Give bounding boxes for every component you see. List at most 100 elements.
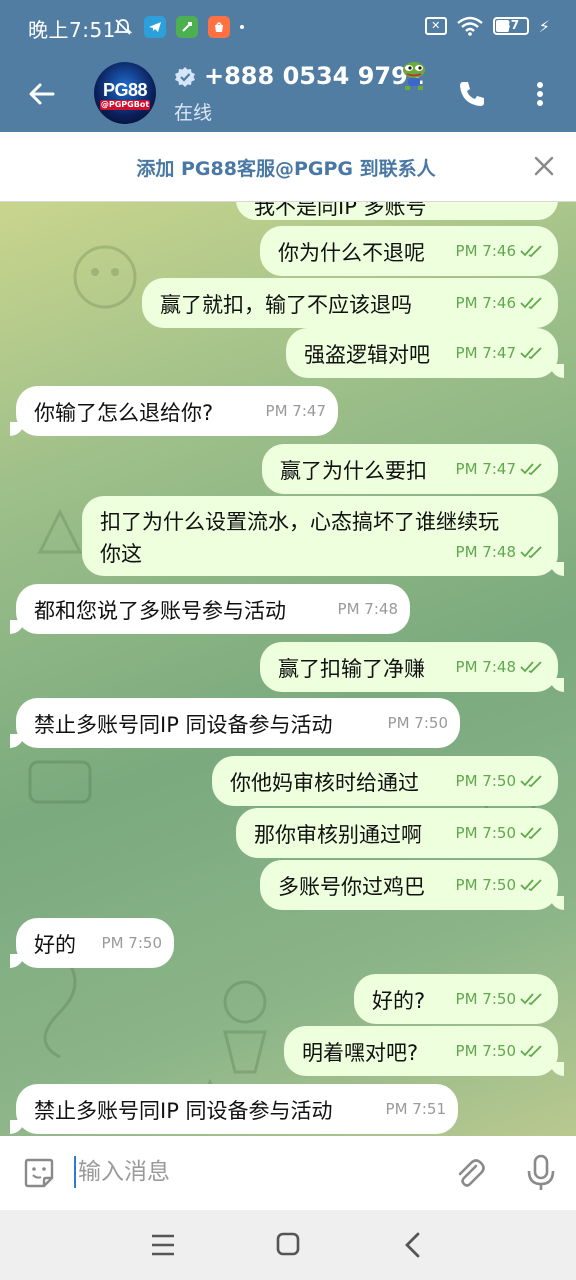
call-button[interactable] [452, 74, 492, 114]
message-outgoing[interactable]: 赢了就扣，输了不应该退吗 PM 7:46 [142, 278, 558, 328]
avatar-logo-subtext: @PGPGBot [100, 100, 150, 110]
status-time: 晚上7:51 [28, 18, 116, 42]
message-time: PM 7:50 [455, 990, 516, 1008]
message-text: 禁止多账号同IP 同设备参与活动 [34, 1099, 333, 1123]
message-outgoing[interactable]: 你他妈审核时给通过 PM 7:50 [212, 756, 558, 806]
message-text: 强盗逻辑对吧 [304, 343, 430, 367]
message-outgoing[interactable]: 强盗逻辑对吧 PM 7:47 [286, 328, 564, 378]
message-text-line: 扣了为什么设置流水，心态搞坏了谁继续玩 [100, 510, 499, 534]
message-time: PM 7:50 [455, 1042, 516, 1060]
message-time: PM 7:50 [387, 714, 448, 732]
message-meta: PM 7:48 [338, 592, 398, 626]
back-nav-icon[interactable] [402, 1231, 424, 1259]
add-contact-link[interactable]: 添加 PG88客服@PGPG 到联系人 [0, 154, 516, 181]
paperclip-icon[interactable] [452, 1156, 488, 1192]
message-text: 明着嘿对吧? [302, 1041, 419, 1065]
message-outgoing[interactable]: 多账号你过鸡巴 PM 7:50 [260, 860, 564, 910]
more-vertical-icon [537, 82, 543, 106]
message-text: 禁止多账号同IP 同设备参与活动 [34, 713, 333, 737]
background-doodle-icon [73, 245, 137, 309]
system-navigation-bar [0, 1210, 576, 1280]
phone-icon [460, 82, 484, 106]
message-meta: PM 7:50 [456, 868, 546, 902]
telegram-icon [144, 16, 166, 38]
double-check-icon [520, 1045, 542, 1058]
message-text: 我不是同IP 多账号 [254, 202, 427, 219]
battery-level: 37 [502, 18, 520, 32]
notification-icons [112, 16, 244, 38]
message-incoming[interactable]: 都和您说了多账号参与活动 PM 7:48 [10, 584, 410, 634]
wifi-icon [456, 16, 483, 36]
no-sim-icon: ✕ [424, 17, 447, 35]
double-check-icon [520, 463, 542, 476]
message-time: PM 7:51 [385, 1100, 446, 1118]
message-text: 赢了为什么要扣 [280, 459, 427, 483]
message-outgoing[interactable]: 明着嘿对吧? PM 7:50 [284, 1026, 564, 1076]
message-meta: PM 7:50 [456, 1034, 546, 1068]
message-outgoing[interactable]: 那你审核别通过啊 PM 7:50 [236, 808, 558, 858]
message-text: 那你审核别通过啊 [254, 823, 422, 847]
message-incoming[interactable]: 禁止多账号同IP 同设备参与活动 PM 7:50 [10, 698, 460, 748]
verified-badge-icon [175, 67, 195, 87]
message-time: PM 7:48 [455, 658, 516, 676]
microphone-icon[interactable] [524, 1154, 558, 1192]
double-check-icon [520, 245, 542, 258]
background-doodle-icon [28, 760, 92, 804]
double-check-icon [520, 879, 542, 892]
double-check-icon [520, 827, 542, 840]
battery-icon: 37 [492, 17, 529, 35]
message-outgoing[interactable]: 赢了扣输了净赚 PM 7:48 [260, 642, 564, 692]
add-contact-banner: 添加 PG88客服@PGPG 到联系人 [0, 132, 576, 202]
online-status: 在线 [174, 102, 213, 124]
message-text: 赢了就扣，输了不应该退吗 [160, 293, 412, 317]
more-menu-button[interactable] [522, 74, 558, 114]
message-incoming[interactable]: 好的 PM 7:50 [10, 918, 174, 968]
message-incoming[interactable]: 你输了怎么退给你? PM 7:47 [10, 386, 338, 436]
message-time: PM 7:46 [456, 202, 516, 212]
recent-apps-icon[interactable] [150, 1232, 176, 1258]
shopping-icon [208, 16, 230, 38]
message-meta: PM 7:46 [456, 202, 546, 212]
message-outgoing[interactable]: 你为什么不退呢 PM 7:46 [260, 226, 558, 276]
message-time: PM 7:46 [455, 294, 516, 312]
message-meta: PM 7:50 [102, 926, 162, 960]
background-doodle-icon [223, 980, 267, 1074]
message-meta: PM 7:46 [456, 234, 546, 268]
message-meta: PM 7:47 [456, 452, 546, 486]
message-list[interactable]: 我不是同IP 多账号 PM 7:46 你为什么不退呢 PM 7:46 赢了就扣，… [0, 202, 576, 1136]
message-time: PM 7:46 [455, 242, 516, 260]
message-text: 赢了扣输了净赚 [278, 657, 425, 681]
emoji-sticker-icon[interactable] [22, 1156, 56, 1190]
message-time: PM 7:47 [455, 460, 516, 478]
message-time: PM 7:50 [455, 876, 516, 894]
message-time: PM 7:50 [455, 772, 516, 790]
message-outgoing[interactable]: 扣了为什么设置流水，心态搞坏了谁继续玩 你这 PM 7:48 [82, 496, 564, 576]
message-meta: PM 7:48 [456, 536, 546, 568]
double-check-icon [520, 993, 542, 1006]
message-incoming[interactable]: 禁止多账号同IP 同设备参与活动 PM 7:51 [10, 1084, 458, 1134]
message-time: PM 7:47 [265, 402, 326, 420]
message-outgoing[interactable]: 赢了为什么要扣 PM 7:47 [262, 444, 558, 494]
message-input[interactable] [78, 1152, 438, 1192]
close-icon[interactable] [532, 154, 556, 178]
app-notification-icon [176, 16, 198, 38]
message-time: PM 7:50 [455, 824, 516, 842]
chat-title[interactable]: +888 0534 9792 [204, 62, 425, 90]
background-doodle-icon [37, 508, 83, 554]
double-check-icon [520, 546, 542, 559]
message-meta: PM 7:50 [388, 706, 448, 740]
system-status-icons: ✕ 37 ⚡ [424, 16, 550, 36]
message-meta: PM 7:48 [456, 650, 546, 684]
mute-icon [112, 16, 134, 38]
home-icon[interactable] [276, 1232, 300, 1256]
message-outgoing[interactable]: 我不是同IP 多账号 PM 7:46 [236, 202, 558, 220]
message-text: 好的? [372, 989, 426, 1013]
message-meta: PM 7:50 [456, 816, 546, 850]
charging-icon: ⚡ [538, 16, 550, 36]
back-button[interactable] [22, 74, 62, 114]
message-meta: PM 7:47 [266, 394, 326, 428]
avatar[interactable]: PG88 @PGPGBot [94, 62, 156, 124]
double-check-icon [520, 775, 542, 788]
pepe-frog-emoji-icon [403, 62, 425, 90]
message-outgoing[interactable]: 好的? PM 7:50 [354, 974, 558, 1024]
